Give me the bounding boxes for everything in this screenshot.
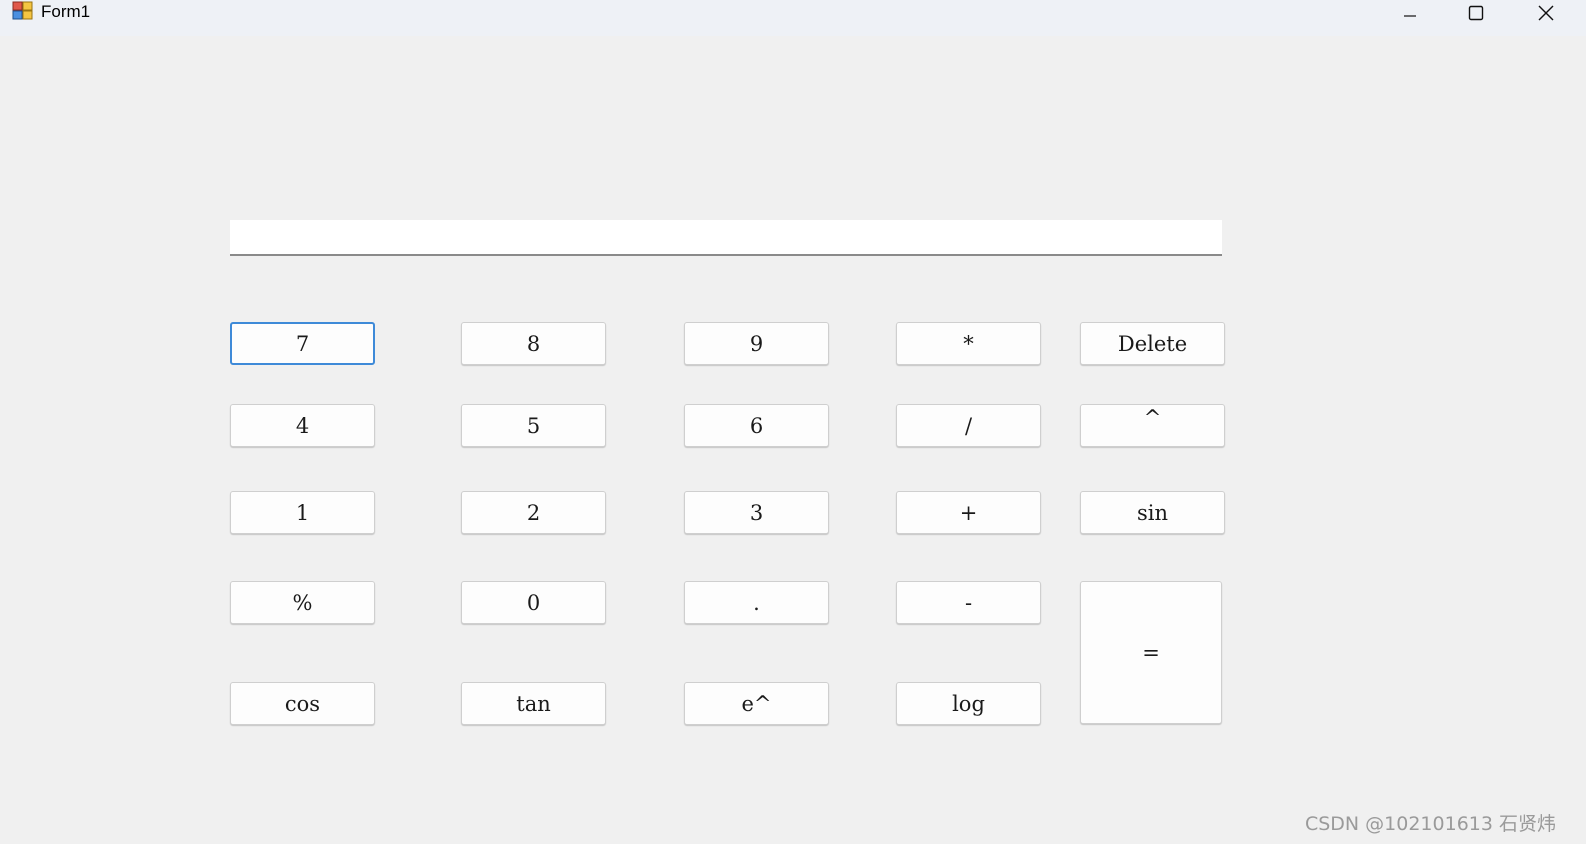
- digit-0-button[interactable]: 0: [461, 581, 606, 624]
- digit-8-button[interactable]: 8: [461, 322, 606, 365]
- minimize-icon: [1404, 15, 1416, 17]
- plus-button[interactable]: +: [896, 491, 1041, 534]
- sin-button[interactable]: sin: [1080, 491, 1225, 534]
- divide-button[interactable]: /: [896, 404, 1041, 447]
- exp-button[interactable]: e^: [684, 682, 829, 725]
- digit-3-button[interactable]: 3: [684, 491, 829, 534]
- multiply-button[interactable]: *: [896, 322, 1041, 365]
- digit-9-button[interactable]: 9: [684, 322, 829, 365]
- digit-1-button[interactable]: 1: [230, 491, 375, 534]
- close-icon: [1538, 5, 1554, 21]
- cos-button[interactable]: cos: [230, 682, 375, 725]
- percent-button[interactable]: %: [230, 581, 375, 624]
- digit-2-button[interactable]: 2: [461, 491, 606, 534]
- form-window: Form1 7 8 9 * Delete 4 5 6 / ^ 1 2 3 + s…: [0, 0, 1586, 844]
- power-button[interactable]: ^: [1080, 404, 1225, 447]
- minus-button[interactable]: -: [896, 581, 1041, 624]
- minimize-button[interactable]: [1378, 0, 1442, 26]
- display-textbox[interactable]: [230, 220, 1222, 256]
- watermark-text: CSDN @102101613 石贤炜: [1304, 813, 1556, 835]
- maximize-button[interactable]: [1444, 0, 1508, 26]
- title-bar[interactable]: Form1: [0, 0, 1586, 36]
- delete-button[interactable]: Delete: [1080, 322, 1225, 365]
- decimal-point-button[interactable]: .: [684, 581, 829, 624]
- digit-7-button[interactable]: 7: [230, 322, 375, 365]
- digit-5-button[interactable]: 5: [461, 404, 606, 447]
- digit-4-button[interactable]: 4: [230, 404, 375, 447]
- close-button[interactable]: [1514, 0, 1578, 26]
- log-button[interactable]: log: [896, 682, 1041, 725]
- app-form-icon: [12, 1, 34, 21]
- tan-button[interactable]: tan: [461, 682, 606, 725]
- window-title: Form1: [41, 2, 91, 21]
- digit-6-button[interactable]: 6: [684, 404, 829, 447]
- equals-button[interactable]: =: [1080, 581, 1222, 724]
- maximize-icon: [1468, 5, 1484, 21]
